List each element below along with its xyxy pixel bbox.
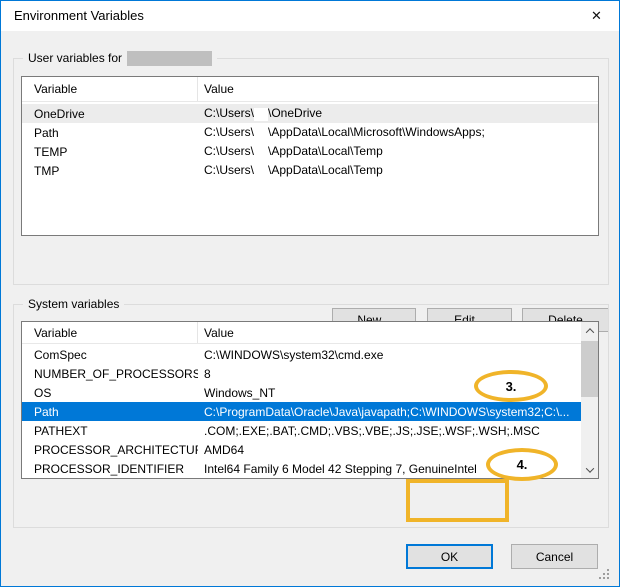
scrollbar-thumb[interactable] [581,341,598,397]
system-variables-legend: System variables [23,296,124,312]
table-row[interactable]: OneDriveC:\Users\\OneDrive [22,104,598,123]
redacted-username [254,108,268,121]
table-row[interactable]: NUMBER_OF_PROCESSORS8 [22,364,581,383]
variable-cell: OS [22,386,198,400]
value-cell: Intel64 Family 6 Model 42 Stepping 7, Ge… [198,462,581,476]
user-variables-rows: OneDriveC:\Users\\OneDrivePathC:\Users\\… [22,102,598,180]
column-header-variable[interactable]: Variable [22,77,198,101]
table-row[interactable]: PATHEXT.COM;.EXE;.BAT;.CMD;.VBS;.VBE;.JS… [22,421,581,440]
value-cell: Windows_NT [198,386,581,400]
value-cell: C:\ProgramData\Oracle\Java\javapath;C:\W… [198,405,581,419]
variable-cell: NUMBER_OF_PROCESSORS [22,367,198,381]
table-row[interactable]: TEMPC:\Users\\AppData\Local\Temp [22,142,598,161]
variable-cell: PROCESSOR_ARCHITECTURE [22,443,198,457]
variable-cell: OneDrive [22,107,198,121]
table-row[interactable]: PROCESSOR_IDENTIFIERIntel64 Family 6 Mod… [22,459,581,478]
table-row[interactable]: PathC:\Users\\AppData\Local\Microsoft\Wi… [22,123,598,142]
redacted-username [254,165,268,178]
redacted-username [254,127,268,140]
variable-cell: ComSpec [22,348,198,362]
variable-cell: PATHEXT [22,424,198,438]
value-cell: 8 [198,367,581,381]
system-variables-rows: ComSpecC:\WINDOWS\system32\cmd.exeNUMBER… [22,344,581,478]
user-variables-group: User variables for Variable Value OneDri… [13,58,609,285]
user-variables-legend: User variables for [23,50,217,66]
table-row[interactable]: PROCESSOR_ARCHITECTUREAMD64 [22,440,581,459]
title-bar: Environment Variables ✕ [1,1,619,31]
value-cell: C:\Users\\OneDrive [198,106,598,120]
user-variables-table[interactable]: Variable Value OneDriveC:\Users\\OneDriv… [21,76,599,236]
vertical-scrollbar[interactable] [581,322,598,478]
variable-cell: TEMP [22,145,198,159]
cancel-button[interactable]: Cancel [511,544,598,569]
value-cell: C:\WINDOWS\system32\cmd.exe [198,348,581,362]
close-icon[interactable]: ✕ [574,1,619,31]
variable-cell: Path [22,405,198,419]
table-row[interactable]: OSWindows_NT [22,383,581,402]
table-header: Variable Value [22,322,581,344]
value-cell: C:\Users\\AppData\Local\Temp [198,163,598,177]
redacted-username-box [127,51,212,66]
user-variables-label: User variables for [28,51,122,65]
redacted-username [254,146,268,159]
system-variables-group: System variables Variable Value ComSpecC… [13,304,609,528]
system-variables-label: System variables [28,297,119,311]
variable-cell: PROCESSOR_IDENTIFIER [22,462,198,476]
variable-cell: TMP [22,164,198,178]
chevron-down-icon [585,464,593,472]
value-cell: AMD64 [198,443,581,457]
environment-variables-dialog: Environment Variables ✕ User variables f… [0,0,620,587]
system-variables-table[interactable]: Variable Value ComSpecC:\WINDOWS\system3… [21,321,599,479]
table-row[interactable]: ComSpecC:\WINDOWS\system32\cmd.exe [22,345,581,364]
resize-grip-icon[interactable] [599,569,601,571]
table-row[interactable]: TMPC:\Users\\AppData\Local\Temp [22,161,598,180]
variable-cell: Path [22,126,198,140]
ok-button[interactable]: OK [406,544,493,569]
dialog-title: Environment Variables [14,8,144,23]
column-header-variable[interactable]: Variable [22,322,198,343]
scroll-down-icon[interactable] [581,461,598,478]
column-header-value[interactable]: Value [198,322,581,343]
chevron-up-icon [585,328,593,336]
table-row[interactable]: PathC:\ProgramData\Oracle\Java\javapath;… [22,402,581,421]
column-header-value[interactable]: Value [198,77,598,101]
value-cell: C:\Users\\AppData\Local\Temp [198,144,598,158]
value-cell: C:\Users\\AppData\Local\Microsoft\Window… [198,125,598,139]
scroll-up-icon[interactable] [581,322,598,339]
value-cell: .COM;.EXE;.BAT;.CMD;.VBS;.VBE;.JS;.JSE;.… [198,424,581,438]
table-header: Variable Value [22,77,598,102]
